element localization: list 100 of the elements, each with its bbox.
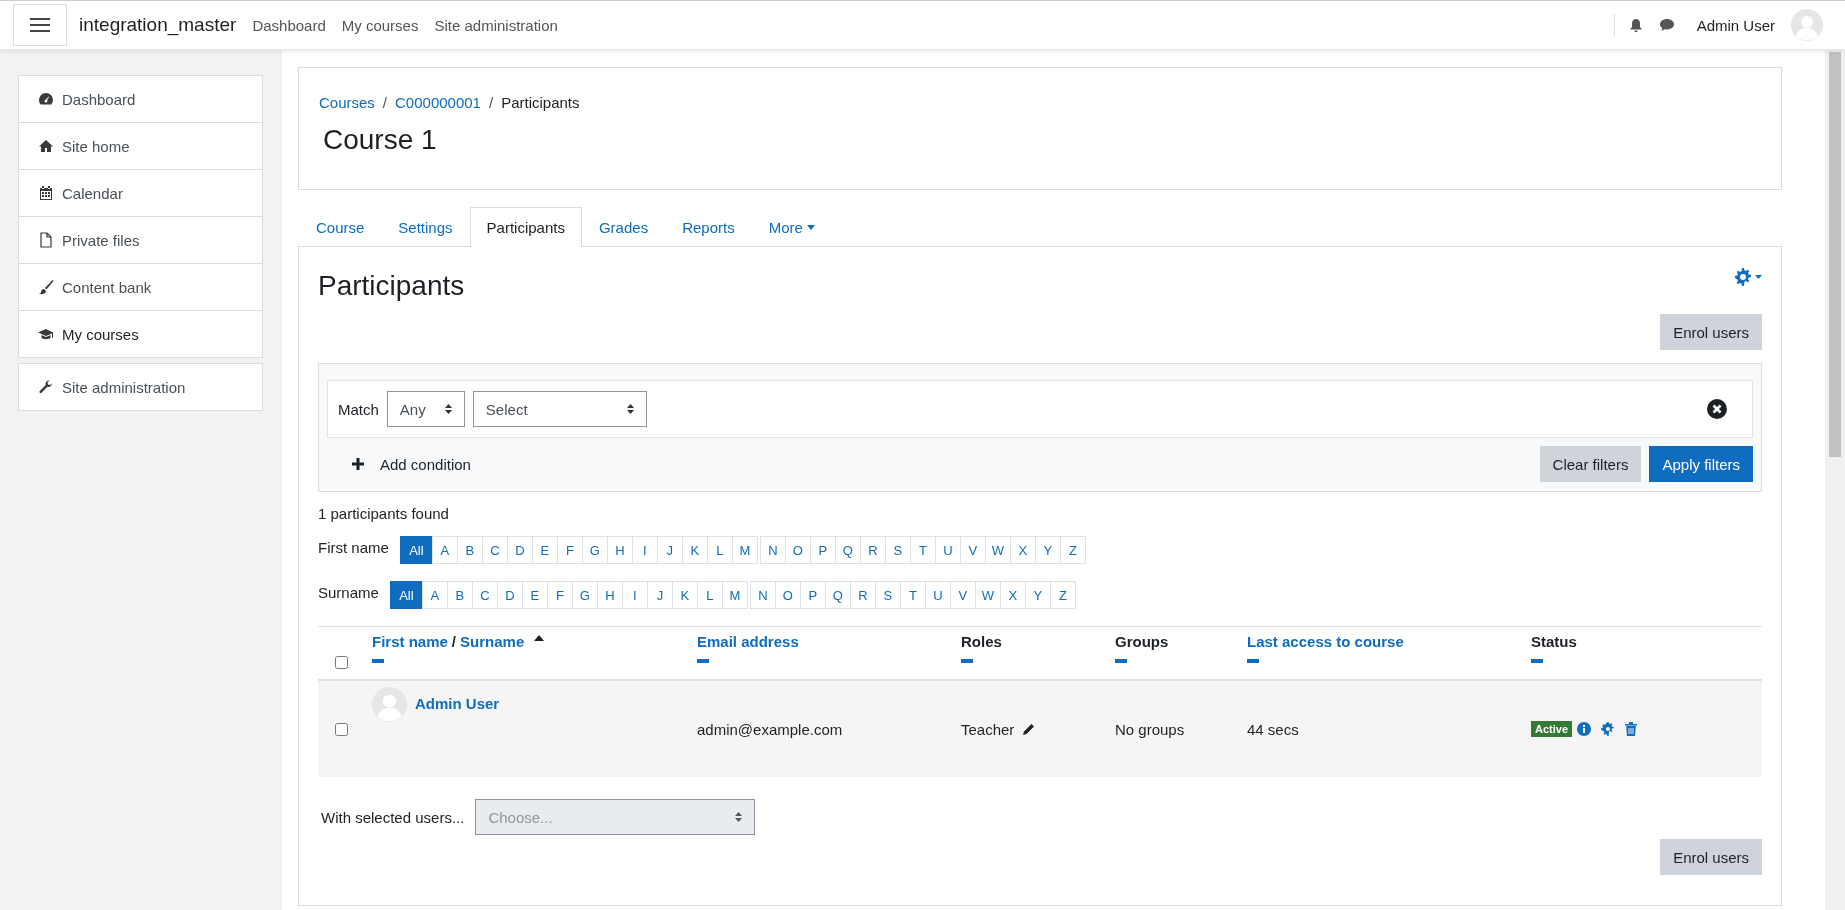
- initial-letter[interactable]: T: [909, 536, 936, 564]
- add-condition-button[interactable]: Add condition: [327, 446, 471, 482]
- clear-filters-button[interactable]: Clear filters: [1539, 446, 1642, 482]
- initial-letter[interactable]: Q: [824, 581, 851, 609]
- initial-letter[interactable]: Z: [1049, 581, 1076, 609]
- nav-link[interactable]: Site administration: [434, 16, 558, 34]
- initial-letter[interactable]: G: [571, 581, 598, 609]
- initial-letter[interactable]: H: [596, 581, 623, 609]
- initial-letter[interactable]: S: [884, 536, 911, 564]
- sidebar-item[interactable]: Content bank: [19, 263, 262, 310]
- column-sort-link[interactable]: Last access to course: [1247, 633, 1404, 650]
- initial-letter[interactable]: Y: [1024, 581, 1051, 609]
- initial-letter[interactable]: P: [809, 536, 836, 564]
- trash-icon[interactable]: [1625, 722, 1638, 736]
- initial-letter[interactable]: M: [721, 581, 748, 609]
- select-all-checkbox[interactable]: [335, 656, 348, 669]
- course-tab[interactable]: More: [751, 207, 832, 246]
- caret-icon: [806, 224, 815, 230]
- initial-letter[interactable]: H: [606, 536, 633, 564]
- initial-letter[interactable]: Q: [834, 536, 861, 564]
- initial-letter[interactable]: A: [421, 581, 448, 609]
- initial-letter[interactable]: L: [696, 581, 723, 609]
- initial-letter[interactable]: B: [456, 536, 483, 564]
- initial-letter[interactable]: R: [849, 581, 876, 609]
- initial-letter[interactable]: F: [546, 581, 573, 609]
- row-checkbox[interactable]: [335, 722, 348, 736]
- initial-letter[interactable]: All: [399, 536, 433, 564]
- brush-icon: [38, 279, 54, 295]
- sidebar-item[interactable]: Calendar: [19, 169, 262, 216]
- course-tab[interactable]: Settings: [381, 207, 470, 246]
- initial-letter[interactable]: U: [924, 581, 951, 609]
- initial-letter[interactable]: T: [899, 581, 926, 609]
- match-select[interactable]: Any: [386, 391, 465, 427]
- sidebar-item[interactable]: My courses: [19, 310, 262, 357]
- initial-letter[interactable]: U: [934, 536, 961, 564]
- initial-letter[interactable]: I: [621, 581, 648, 609]
- initial-letter[interactable]: All: [389, 581, 423, 609]
- initial-letter[interactable]: C: [471, 581, 498, 609]
- initial-letter[interactable]: F: [556, 536, 583, 564]
- menu-button[interactable]: [13, 4, 67, 46]
- apply-filters-button[interactable]: Apply filters: [1649, 446, 1753, 482]
- breadcrumb-link[interactable]: C000000001: [395, 94, 481, 111]
- initial-letter[interactable]: R: [859, 536, 886, 564]
- initial-letter[interactable]: P: [799, 581, 826, 609]
- enrol-users-button[interactable]: Enrol users: [1660, 314, 1762, 350]
- initial-letter[interactable]: D: [506, 536, 533, 564]
- initial-letter[interactable]: W: [974, 581, 1001, 609]
- pencil-icon[interactable]: [1022, 722, 1036, 736]
- plus-icon: [352, 458, 364, 470]
- nav-link[interactable]: My courses: [341, 16, 419, 34]
- course-tab[interactable]: Reports: [665, 207, 752, 246]
- initial-letter[interactable]: Z: [1059, 536, 1086, 564]
- sidebar-item[interactable]: Dashboard: [19, 76, 262, 122]
- course-tab[interactable]: Grades: [581, 207, 666, 246]
- initial-letter[interactable]: E: [521, 581, 548, 609]
- initial-letter[interactable]: B: [446, 581, 473, 609]
- column-sort-link[interactable]: First name: [372, 633, 448, 650]
- chat-bubble-icon[interactable]: [1658, 18, 1675, 32]
- initial-letter[interactable]: I: [631, 536, 658, 564]
- filter-type-select[interactable]: Select: [472, 391, 647, 427]
- initial-letter[interactable]: A: [431, 536, 458, 564]
- info-icon[interactable]: [1577, 722, 1592, 736]
- initial-letter[interactable]: N: [749, 581, 776, 609]
- initial-letter[interactable]: V: [959, 536, 986, 564]
- initial-letter[interactable]: J: [656, 536, 683, 564]
- initial-letter[interactable]: M: [731, 536, 758, 564]
- user-name[interactable]: Admin User: [1696, 16, 1775, 34]
- sidebar-item[interactable]: Site administration: [19, 364, 262, 410]
- initial-letter[interactable]: Y: [1034, 536, 1061, 564]
- column-sort-link[interactable]: Surname: [460, 633, 525, 650]
- sidebar-item[interactable]: Site home: [19, 122, 262, 169]
- initial-letter[interactable]: J: [646, 581, 673, 609]
- enrol-users-button[interactable]: Enrol users: [1660, 839, 1762, 875]
- scrollbar[interactable]: [1825, 50, 1845, 910]
- breadcrumb-link[interactable]: Courses: [319, 94, 375, 111]
- sidebar-item[interactable]: Private files: [19, 216, 262, 263]
- remove-icon[interactable]: [1707, 399, 1727, 419]
- course-tab[interactable]: Participants: [469, 207, 582, 247]
- initial-letter[interactable]: W: [984, 536, 1011, 564]
- initial-letter[interactable]: O: [784, 536, 811, 564]
- initial-letter[interactable]: X: [999, 581, 1026, 609]
- initial-letter[interactable]: C: [481, 536, 508, 564]
- user-name-link[interactable]: Admin User: [415, 695, 500, 712]
- initial-letter[interactable]: O: [774, 581, 801, 609]
- initial-letter[interactable]: V: [949, 581, 976, 609]
- notification-bell-icon[interactable]: [1628, 17, 1643, 33]
- column-sort-link[interactable]: Email address: [697, 633, 799, 650]
- initial-letter[interactable]: S: [874, 581, 901, 609]
- nav-link[interactable]: Dashboard: [252, 16, 326, 34]
- settings-icon[interactable]: [1601, 722, 1616, 736]
- initial-letter[interactable]: N: [759, 536, 786, 564]
- initial-letter[interactable]: D: [496, 581, 523, 609]
- initial-letter[interactable]: L: [706, 536, 733, 564]
- initial-letter[interactable]: G: [581, 536, 608, 564]
- initial-letter[interactable]: K: [671, 581, 698, 609]
- initial-letter[interactable]: K: [681, 536, 708, 564]
- initial-letter[interactable]: X: [1009, 536, 1036, 564]
- course-tab[interactable]: Course: [299, 207, 382, 246]
- site-name[interactable]: integration_master: [79, 14, 237, 36]
- initial-letter[interactable]: E: [531, 536, 558, 564]
